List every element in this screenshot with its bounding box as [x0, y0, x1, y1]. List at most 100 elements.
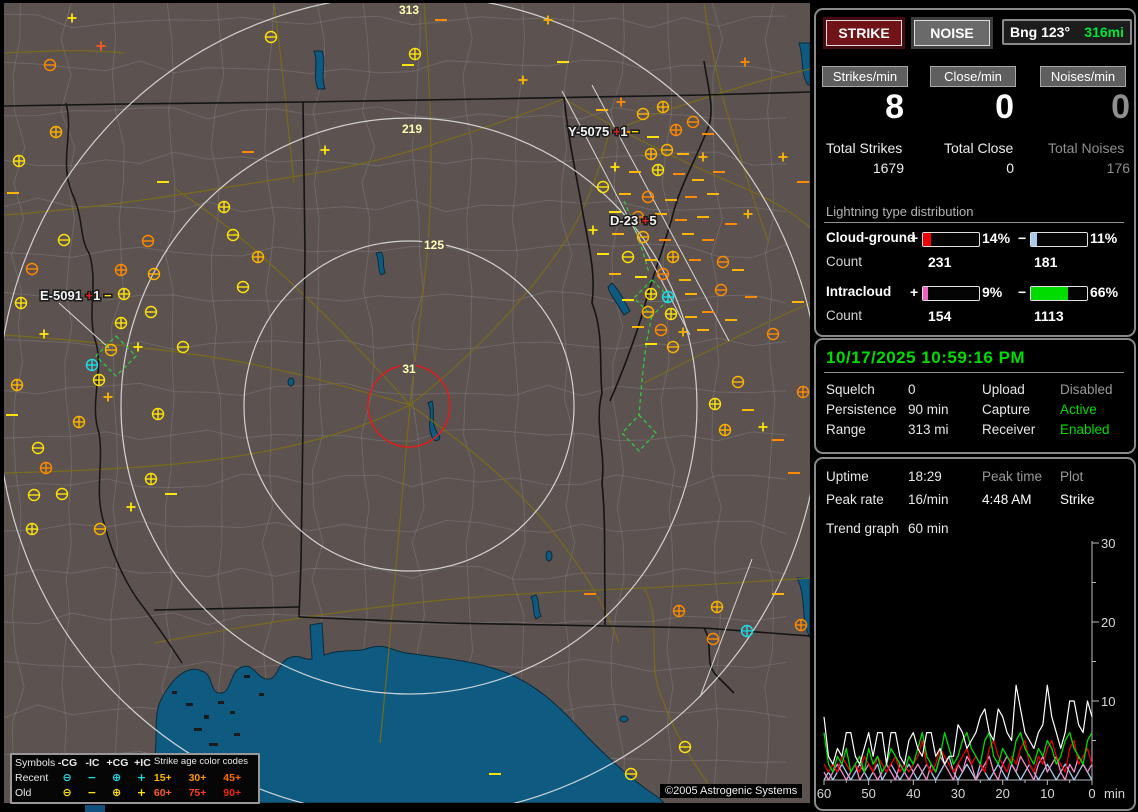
legend-symbols-header: Symbols [15, 756, 56, 769]
persistence-value: 90 min [908, 402, 949, 417]
range-label: Range [826, 422, 866, 437]
strikes-per-min-value: 8 [885, 88, 904, 126]
cg-minus-percent: 11% [1090, 230, 1118, 246]
svg-text:31: 31 [402, 362, 416, 376]
strike-symbol [718, 423, 732, 437]
strike-symbol [114, 263, 128, 277]
svg-text:30: 30 [951, 786, 965, 801]
close-per-min-label: Close/min [930, 66, 1016, 87]
svg-text:20: 20 [995, 786, 1009, 801]
squelch-label: Squelch [826, 382, 875, 397]
legend-type-pic: +IC [134, 756, 151, 769]
legend-row: Recent ⊖ − ⊕ +15+ 30+ 45+ [15, 771, 242, 784]
receiver-label: Receiver [982, 422, 1036, 437]
strike-symbol [217, 200, 231, 214]
strike-symbol [661, 290, 675, 304]
ic-minus-percent: 66% [1090, 284, 1119, 300]
strike-symbol [25, 522, 39, 536]
legend-type-pcg: +CG [106, 756, 129, 769]
cg-plus-percent: 14% [982, 230, 1011, 246]
noise-mode-button[interactable]: NOISE [914, 20, 990, 46]
strike-symbol [14, 296, 28, 310]
total-close-value: 0 [1006, 160, 1014, 176]
bearing-readout: Bng 123° 316mi [1002, 19, 1132, 45]
range-value: 313 mi [908, 422, 949, 437]
receiver-status: Enabled [1060, 422, 1110, 437]
strike-symbol [708, 397, 722, 411]
strike-symbol [644, 147, 658, 161]
strike-symbol [651, 163, 665, 177]
ic-plus-bar [922, 286, 980, 301]
bearing-distance: 316mi [1084, 24, 1124, 40]
bearing-value: Bng 123° [1010, 24, 1071, 40]
ic-plus-count: 154 [928, 308, 952, 324]
strike-symbol [644, 287, 658, 301]
noises-per-min-label: Noises/min [1040, 66, 1126, 87]
strike-symbol [408, 47, 422, 61]
distribution-divider [824, 222, 1124, 223]
capture-status: Active [1060, 402, 1097, 417]
plus-sign: + [910, 284, 919, 300]
strike-symbol [49, 125, 63, 139]
svg-text:20: 20 [1101, 615, 1115, 630]
svg-text:219: 219 [402, 122, 422, 136]
current-datetime: 10/17/2025 10:59:16 PM [826, 348, 1026, 367]
svg-text:313: 313 [399, 3, 419, 17]
svg-text:Y-5075 +1 −: Y-5075 +1 − [568, 124, 639, 139]
squelch-value: 0 [908, 382, 916, 397]
total-strikes-label: Total Strikes [826, 140, 903, 156]
svg-text:0: 0 [1088, 786, 1095, 801]
persistence-label: Persistence [826, 402, 897, 417]
ic-plus-percent: 9% [982, 284, 1003, 300]
svg-text:30: 30 [1101, 536, 1115, 551]
total-strikes-value: 1679 [872, 160, 904, 176]
strike-mode-button[interactable]: STRIKE [826, 20, 902, 46]
svg-text:E-5091 +1 −: E-5091 +1 − [40, 288, 112, 303]
upload-status: Disabled [1060, 382, 1113, 397]
strike-symbol [39, 461, 53, 475]
total-close-label: Total Close [944, 140, 1014, 156]
strike-symbol [666, 250, 680, 264]
strike-symbol [114, 316, 128, 330]
upload-label: Upload [982, 382, 1025, 397]
svg-text:60: 60 [817, 786, 831, 801]
strike-symbol [117, 287, 131, 301]
strike-symbol [710, 600, 724, 614]
strike-symbol [92, 373, 106, 387]
ic-minus-bar [1030, 286, 1088, 301]
total-noises-value: 176 [1106, 160, 1130, 176]
cloud-ground-label: Cloud-ground [826, 230, 916, 245]
application-window: 31 125 219 313 Y-5075 +1 − D-23 +5 E-5091 +1 … [0, 0, 1138, 812]
svg-text:125: 125 [424, 238, 444, 252]
strikes-per-min-label: Strikes/min [822, 66, 908, 87]
minus-sign: − [1018, 230, 1027, 246]
intracloud-label: Intracloud [826, 284, 892, 299]
total-noises-label: Total Noises [1048, 140, 1125, 156]
trend-panel: Uptime 18:29 Peak time Plot Peak rate 16… [814, 457, 1136, 811]
datetime-divider [824, 372, 1124, 373]
legend-age-header: Strike age color codes [154, 756, 248, 767]
strike-symbol [10, 378, 24, 392]
strike-stats-panel: STRIKE NOISE Bng 123° 316mi Strikes/min … [814, 8, 1136, 337]
strike-symbol [12, 154, 26, 168]
status-panel: 10/17/2025 10:59:16 PM Squelch 0 Upload … [814, 338, 1136, 454]
svg-text:10: 10 [1040, 786, 1054, 801]
strike-symbol [656, 100, 670, 114]
distribution-header: Lightning type distribution [826, 204, 974, 219]
svg-text:10: 10 [1101, 694, 1115, 709]
map-canvas[interactable]: 31 125 219 313 Y-5075 +1 − D-23 +5 E-5091 +1 … [4, 3, 810, 803]
cg-minus-bar [1030, 232, 1088, 247]
strike-symbol [85, 358, 99, 372]
legend-rows: Recent ⊖ − ⊕ +15+ 30+ 45+ Old ⊖ − ⊕ +60+ 75+ 90+ [12, 770, 258, 800]
legend-type-nic: -IC [85, 756, 100, 769]
cg-plus-bar [922, 232, 980, 247]
cg-minus-count: 181 [1034, 254, 1058, 270]
capture-label: Capture [982, 402, 1031, 417]
minus-sign: − [1018, 284, 1027, 300]
strike-symbol [664, 307, 678, 321]
svg-text:D-23 +5: D-23 +5 [610, 213, 657, 228]
trend-graph: 10 20 30 60 50 40 30 20 10 0 min [817, 536, 1125, 801]
strike-symbol [72, 415, 86, 429]
strike-symbol [144, 472, 158, 486]
cg-plus-count: 231 [928, 254, 952, 270]
